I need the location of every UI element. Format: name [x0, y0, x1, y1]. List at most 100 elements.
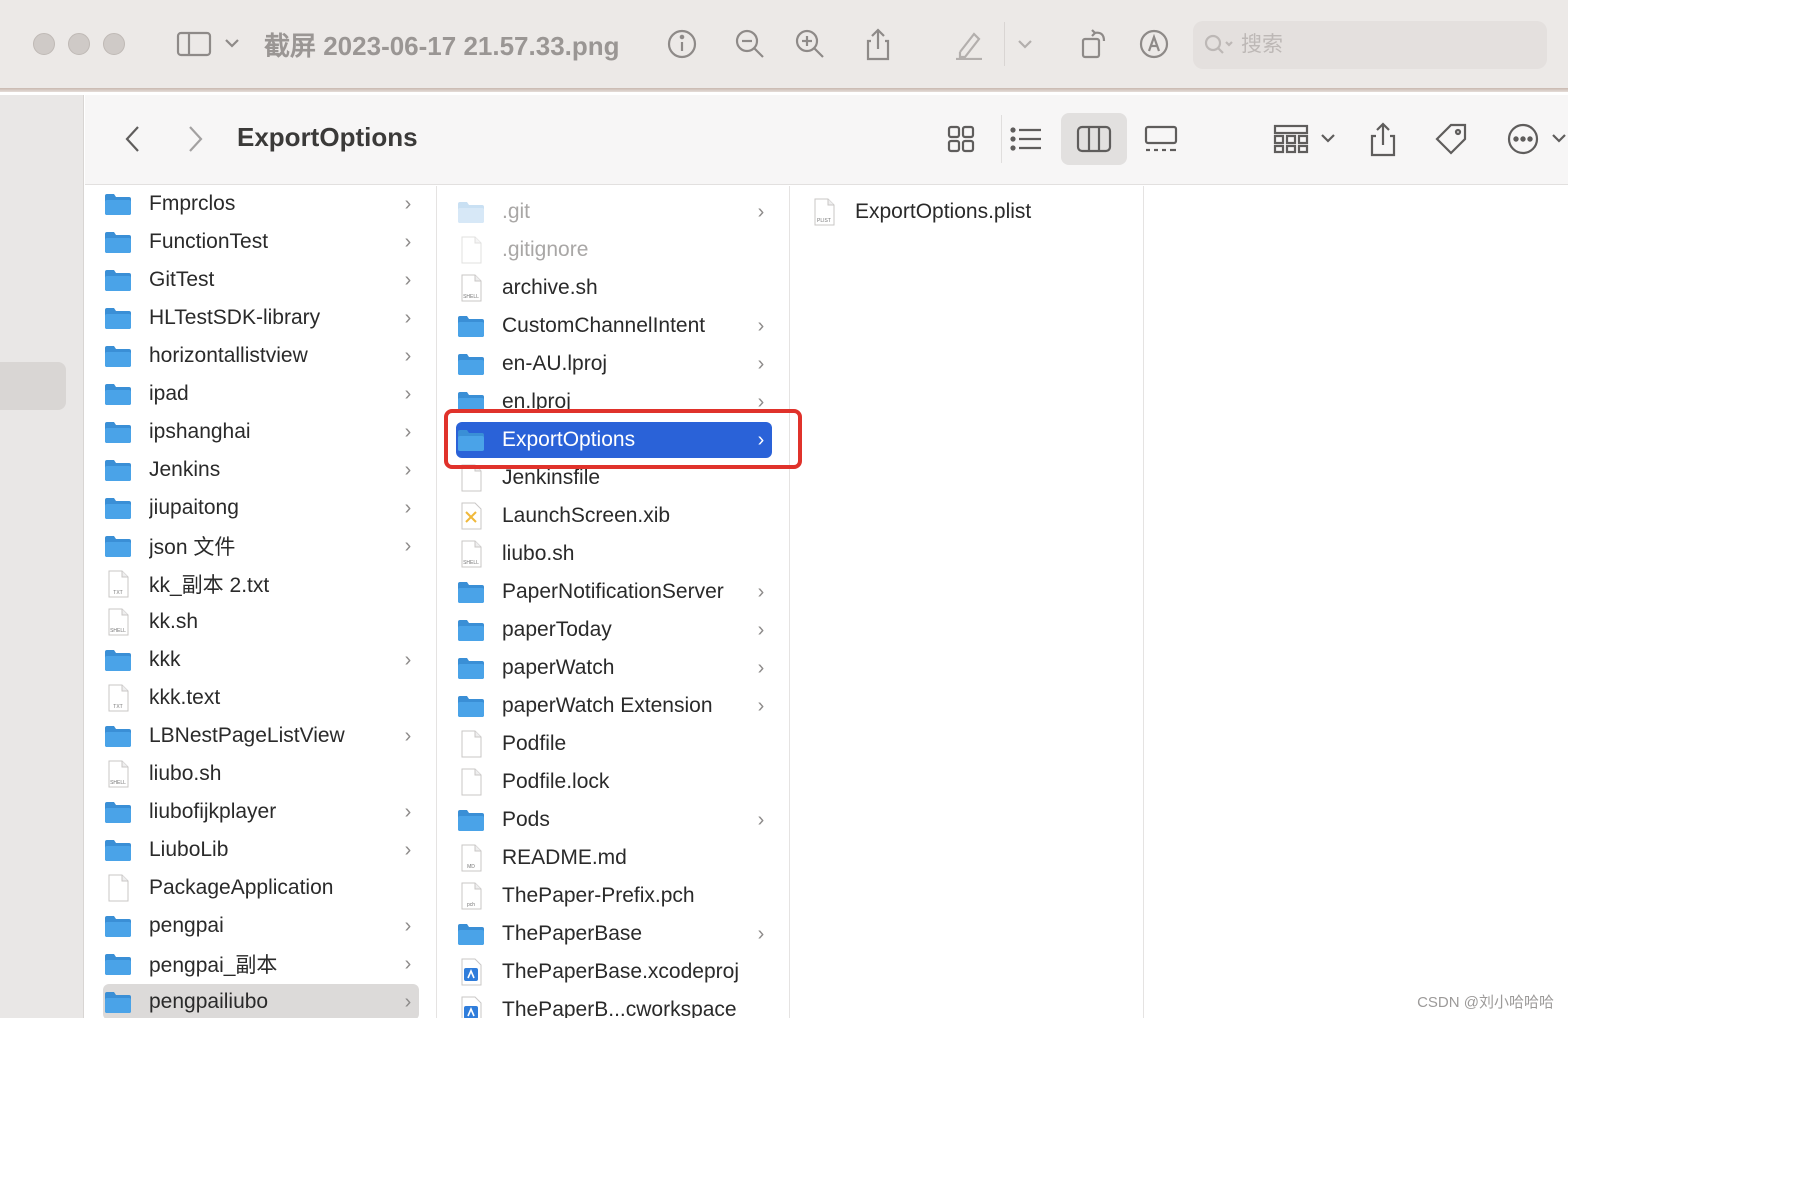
col1-item[interactable]: pengpai_副本 ›	[103, 946, 419, 982]
col1-item[interactable]: TXT kk_副本 2.txt	[103, 566, 419, 602]
annotation-highlight-box	[444, 409, 802, 469]
col1-item[interactable]: SHELL kk.sh	[103, 604, 419, 640]
col2-item[interactable]: ThePaperBase.xcodeproj	[456, 954, 772, 990]
view-list-button[interactable]	[1001, 115, 1049, 163]
markup-button[interactable]	[948, 22, 988, 66]
col1-item[interactable]: LiuboLib ›	[103, 832, 419, 868]
col2-item[interactable]: Podfile.lock	[456, 764, 772, 800]
shell-script-icon: SHELL	[456, 274, 486, 302]
col2-item[interactable]: ThePaperB...cworkspace	[456, 992, 772, 1018]
markup-circle-icon	[1139, 29, 1169, 59]
col1-item[interactable]: GitTest ›	[103, 262, 419, 298]
col1-item[interactable]: pengpai ›	[103, 908, 419, 944]
finder-share-button[interactable]	[1363, 115, 1403, 163]
col2-item[interactable]: SHELL liubo.sh	[456, 536, 772, 572]
markup-dropdown-button[interactable]	[1004, 22, 1044, 66]
svg-text:TXT: TXT	[113, 590, 122, 596]
item-label: HLTestSDK-library	[149, 306, 321, 329]
column-3[interactable]: PLIST ExportOptions.plist	[791, 186, 1144, 1018]
col3-item[interactable]: PLIST ExportOptions.plist	[809, 194, 1129, 230]
view-columns-button[interactable]	[1061, 113, 1127, 165]
col1-item[interactable]: liubofijkplayer ›	[103, 794, 419, 830]
annotate-button[interactable]	[1134, 22, 1174, 66]
col2-item[interactable]: MD README.md	[456, 840, 772, 876]
zoom-out-icon	[735, 29, 764, 58]
tag-button[interactable]	[1431, 115, 1471, 163]
item-label: paperWatch	[502, 656, 615, 679]
col1-item[interactable]: SHELL liubo.sh	[103, 756, 419, 792]
col1-item[interactable]: ipad ›	[103, 376, 419, 412]
col1-item[interactable]: horizontallistview ›	[103, 338, 419, 374]
item-label: PaperNotificationServer	[502, 580, 724, 603]
col1-item[interactable]: jiupaitong ›	[103, 490, 419, 526]
col1-item[interactable]: Fmprclos ›	[103, 186, 419, 222]
col2-item[interactable]: .gitignore	[456, 232, 772, 268]
col1-item[interactable]: ipshanghai ›	[103, 414, 419, 450]
col2-item[interactable]: .git ›	[456, 194, 772, 230]
folder-icon	[103, 989, 133, 1015]
back-button[interactable]	[115, 115, 151, 163]
col2-item[interactable]: CustomChannelIntent ›	[456, 308, 772, 344]
gallery-view-icon	[1144, 125, 1178, 152]
zoom-window-button[interactable]	[103, 33, 125, 55]
item-label: kkk.text	[149, 686, 221, 709]
col2-item[interactable]: Pods ›	[456, 802, 772, 838]
chevron-right-icon: ›	[404, 800, 412, 823]
item-label: Pods	[502, 808, 550, 831]
item-label: Podfile.lock	[502, 770, 610, 793]
sidebar-strip	[0, 95, 84, 1018]
group-by-button[interactable]	[1265, 115, 1345, 163]
column-view-icon	[1076, 125, 1112, 153]
minimize-window-button[interactable]	[68, 33, 90, 55]
folder-icon	[103, 913, 133, 939]
col2-item[interactable]: paperWatch Extension ›	[456, 688, 772, 724]
col1-item[interactable]: TXT kkk.text	[103, 680, 419, 716]
col1-item[interactable]: json 文件 ›	[103, 528, 419, 564]
col2-item[interactable]: PaperNotificationServer ›	[456, 574, 772, 610]
info-button[interactable]	[662, 22, 702, 66]
chevron-right-icon: ›	[404, 230, 412, 253]
column-1[interactable]: Fmprclos › FunctionTest › GitTest › HLTestSDK-…	[85, 186, 437, 1018]
search-input[interactable]	[1241, 33, 1521, 57]
col1-item[interactable]: Jenkins ›	[103, 452, 419, 488]
col2-item[interactable]: paperWatch ›	[456, 650, 772, 686]
close-window-button[interactable]	[33, 33, 55, 55]
item-label: horizontallistview	[149, 344, 308, 367]
grid-view-icon	[947, 125, 975, 153]
view-icons-button[interactable]	[937, 115, 985, 163]
col1-item[interactable]: HLTestSDK-library ›	[103, 300, 419, 336]
col1-item[interactable]: FunctionTest ›	[103, 224, 419, 260]
folder-icon	[103, 419, 133, 445]
more-actions-button[interactable]	[1503, 115, 1568, 163]
col2-item[interactable]: en-AU.lproj ›	[456, 346, 772, 382]
col2-item[interactable]: ThePaperBase ›	[456, 916, 772, 952]
chevron-right-icon: ›	[404, 344, 412, 367]
chevron-right-icon: ›	[404, 724, 412, 747]
item-label: ThePaperBase.xcodeproj	[502, 960, 739, 983]
folder-icon	[456, 351, 486, 377]
sidebar-selected-item[interactable]	[0, 362, 66, 410]
col1-item[interactable]: kkk ›	[103, 642, 419, 678]
rotate-button[interactable]	[1074, 22, 1114, 66]
col1-item[interactable]: LBNestPageListView ›	[103, 718, 419, 754]
col2-item[interactable]: LaunchScreen.xib	[456, 498, 772, 534]
item-label: Jenkinsfile	[502, 466, 601, 489]
screenshot-root: 截屏 2023-06-17 21.57.33.png 搜索 ExportOpti…	[0, 0, 1568, 1018]
col2-item[interactable]: pch ThePaper-Prefix.pch	[456, 878, 772, 914]
col1-item[interactable]: pengpailiubo ›	[103, 984, 419, 1018]
col1-item[interactable]: PackageApplication	[103, 870, 419, 906]
sidebar-toggle-button[interactable]	[172, 22, 242, 66]
column-4-empty[interactable]	[1145, 186, 1568, 1018]
zoom-in-button[interactable]	[790, 22, 830, 66]
forward-button[interactable]	[177, 115, 213, 163]
zoom-out-button[interactable]	[730, 22, 770, 66]
view-gallery-button[interactable]	[1137, 115, 1185, 163]
col2-item[interactable]: Podfile	[456, 726, 772, 762]
column-2[interactable]: .git › .gitignore SHELL archive.sh CustomChan…	[438, 186, 790, 1018]
share-button[interactable]	[858, 22, 898, 66]
svg-text:SHELL: SHELL	[110, 628, 126, 634]
item-label: LiuboLib	[149, 838, 229, 861]
search-field[interactable]	[1193, 21, 1547, 69]
col2-item[interactable]: SHELL archive.sh	[456, 270, 772, 306]
col2-item[interactable]: paperToday ›	[456, 612, 772, 648]
